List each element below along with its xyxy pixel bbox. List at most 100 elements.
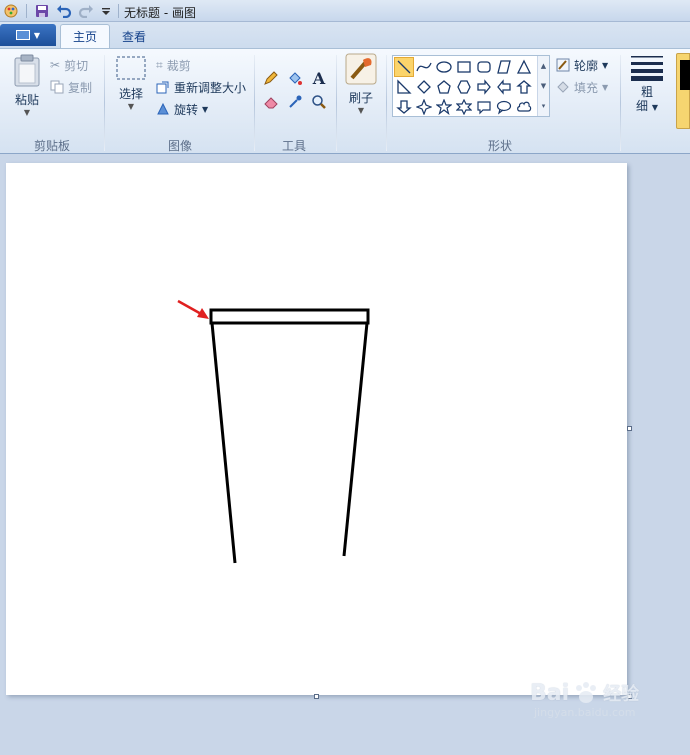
up-arrow-icon bbox=[516, 80, 532, 94]
shapes-gallery: ▲ ▼ ▾ bbox=[392, 55, 550, 117]
chevron-down-icon: ▼ bbox=[602, 60, 609, 70]
save-icon[interactable] bbox=[34, 3, 50, 19]
right-triangle-shape[interactable] bbox=[394, 77, 414, 97]
red-arrow-icon bbox=[177, 299, 209, 319]
watermark-url: jingyan.baidu.com bbox=[534, 706, 636, 719]
fill-button[interactable]: 填充 ▼ bbox=[556, 77, 608, 97]
rotate-icon bbox=[157, 102, 169, 115]
left-arrow-icon bbox=[497, 79, 511, 95]
six-point-star-icon bbox=[456, 99, 472, 115]
selection-rect-icon bbox=[116, 56, 146, 80]
four-point-star-shape[interactable] bbox=[414, 97, 434, 117]
hexagon-shape[interactable] bbox=[454, 77, 474, 97]
canvas-resize-handle-right[interactable] bbox=[627, 426, 632, 431]
magnifier-tool[interactable] bbox=[308, 91, 330, 113]
chevron-down-icon: ▼ bbox=[651, 103, 658, 112]
diamond-icon bbox=[417, 80, 431, 94]
document-icon bbox=[15, 30, 30, 40]
triangle-shape[interactable] bbox=[514, 57, 534, 77]
app-menu-button[interactable]: ▼ bbox=[0, 24, 56, 46]
tab-view[interactable]: 查看 bbox=[110, 24, 158, 48]
shapes-gallery-scroller[interactable]: ▲ ▼ ▾ bbox=[537, 56, 549, 116]
brushes-button[interactable]: 刷子 ▼ bbox=[342, 53, 380, 115]
tools-grid: A bbox=[260, 67, 330, 113]
eraser-tool[interactable] bbox=[260, 91, 282, 113]
redo-icon[interactable] bbox=[78, 3, 94, 19]
tab-home[interactable]: 主页 bbox=[60, 24, 111, 48]
color1-button[interactable] bbox=[676, 53, 690, 129]
oval-callout-shape[interactable] bbox=[494, 97, 514, 117]
resize-label: 重新调整大小 bbox=[174, 80, 247, 95]
size-label: 粗 细 ▼ bbox=[636, 85, 658, 115]
paste-label: 粘贴 bbox=[14, 93, 39, 107]
rectangle-shape[interactable] bbox=[454, 57, 474, 77]
rect-callout-icon bbox=[477, 101, 491, 115]
cup-right-side bbox=[342, 322, 369, 557]
group-separator bbox=[336, 55, 337, 151]
chevron-down-icon: ▼ bbox=[357, 106, 365, 115]
text-a-icon: A bbox=[312, 68, 326, 88]
oval-shape[interactable] bbox=[434, 57, 454, 77]
triangle-icon bbox=[516, 59, 532, 74]
resize-button[interactable]: 重新调整大小 bbox=[156, 77, 246, 97]
rotate-label: 旋转 bbox=[174, 102, 199, 117]
chevron-up-icon[interactable]: ▲ bbox=[541, 56, 546, 76]
paste-button[interactable]: 粘贴 ▼ bbox=[8, 53, 46, 117]
cut-button[interactable]: ✂ 剪切 bbox=[50, 55, 88, 75]
rounded-rectangle-icon bbox=[477, 61, 491, 73]
group-label-shapes: 形状 bbox=[487, 139, 512, 153]
group-label-image: 图像 bbox=[167, 139, 192, 153]
copy-button[interactable]: 复制 bbox=[50, 77, 92, 97]
clipboard-icon bbox=[14, 54, 40, 87]
cloud-callout-shape[interactable] bbox=[514, 97, 534, 117]
pentagon-shape[interactable] bbox=[434, 77, 454, 97]
size-button[interactable]: 粗 细 ▼ bbox=[626, 53, 668, 115]
pencil-tool[interactable] bbox=[260, 67, 282, 89]
canvas-resize-handle-bottom[interactable] bbox=[314, 694, 319, 699]
customize-dropdown-icon[interactable] bbox=[98, 3, 114, 19]
crop-icon: ⌗ bbox=[156, 57, 163, 72]
scissors-icon: ✂ bbox=[50, 58, 61, 72]
outline-button[interactable]: 轮廓 ▼ bbox=[556, 55, 608, 75]
chevron-down-icon[interactable]: ▼ bbox=[541, 76, 546, 96]
paint-app-icon[interactable] bbox=[3, 3, 19, 19]
expand-gallery-icon[interactable]: ▾ bbox=[542, 96, 546, 116]
color-picker-tool[interactable] bbox=[284, 91, 306, 113]
left-arrow-shape[interactable] bbox=[494, 77, 514, 97]
brush-icon bbox=[345, 53, 377, 85]
right-arrow-icon bbox=[477, 79, 491, 95]
down-arrow-shape[interactable] bbox=[394, 97, 414, 117]
outline-label: 轮廓 bbox=[574, 58, 599, 73]
cloud-icon bbox=[517, 101, 532, 112]
watermark-brand2: 经验 bbox=[603, 684, 640, 705]
rect-callout-shape[interactable] bbox=[474, 97, 494, 117]
copy-label: 复制 bbox=[68, 80, 93, 95]
right-arrow-shape[interactable] bbox=[474, 77, 494, 97]
fill-bucket-icon bbox=[557, 81, 569, 93]
diamond-shape[interactable] bbox=[414, 77, 434, 97]
polygon-shape[interactable] bbox=[494, 57, 514, 77]
copy-icon bbox=[50, 80, 64, 94]
crop-button[interactable]: ⌗ 裁剪 bbox=[156, 55, 191, 75]
undo-icon[interactable] bbox=[56, 3, 72, 19]
line-shape[interactable] bbox=[394, 57, 414, 77]
rounded-rectangle-shape[interactable] bbox=[474, 57, 494, 77]
rotate-button[interactable]: 旋转 ▼ bbox=[156, 99, 208, 119]
watermark: Bai 经验 jingyan.baidu.com bbox=[530, 680, 640, 720]
cup-left-side bbox=[210, 322, 237, 564]
text-tool[interactable]: A bbox=[308, 67, 330, 89]
chevron-down-icon: ▼ bbox=[202, 104, 209, 114]
drawing-canvas[interactable] bbox=[6, 163, 627, 695]
fill-tool[interactable] bbox=[284, 67, 306, 89]
five-point-star-shape[interactable] bbox=[434, 97, 454, 117]
four-point-star-icon bbox=[416, 99, 432, 115]
six-point-star-shape[interactable] bbox=[454, 97, 474, 117]
group-separator bbox=[254, 55, 255, 151]
group-label-clipboard: 剪贴板 bbox=[33, 139, 70, 153]
color1-swatch bbox=[680, 60, 690, 90]
curve-shape[interactable] bbox=[414, 57, 434, 77]
line-icon bbox=[397, 60, 411, 74]
rectangle-icon bbox=[457, 61, 471, 73]
up-arrow-shape[interactable] bbox=[514, 77, 534, 97]
select-button[interactable]: 选择 ▼ bbox=[112, 53, 150, 111]
